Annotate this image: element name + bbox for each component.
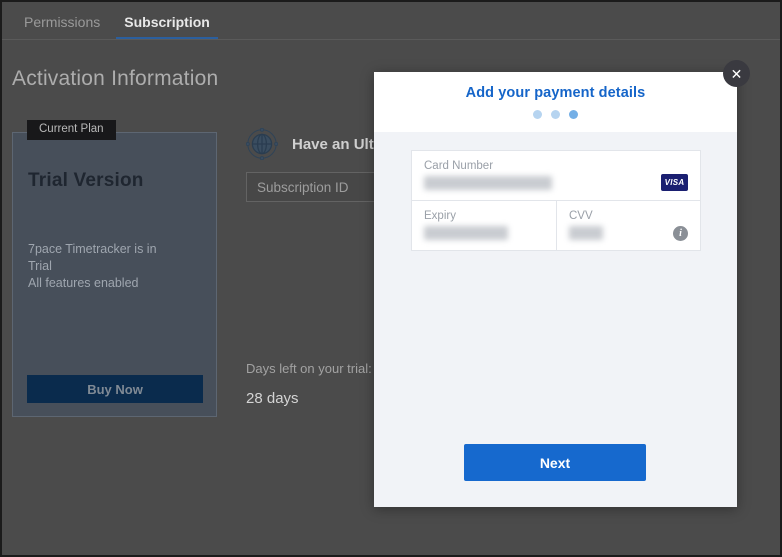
modal-header: Add your payment details [374,72,737,132]
close-icon[interactable]: ✕ [723,60,750,87]
card-number-field[interactable]: Card Number VISA [412,151,700,200]
visa-icon: VISA [661,174,688,191]
page-title: Activation Information [12,67,219,90]
tab-subscription-label: Subscription [124,14,210,30]
trial-days-label: Days left on your trial: [246,361,372,376]
app-window: Permissions Subscription Activation Info… [0,0,782,557]
card-form: Card Number VISA Expiry CVV i [411,150,701,251]
ultimate-subscription-row: Have an Ultim [246,128,391,160]
plan-description-line-3: All features enabled [28,276,139,290]
card-form-second-row: Expiry CVV i [412,200,700,250]
cvv-field[interactable]: CVV i [556,201,700,250]
tab-bar: Permissions Subscription [2,2,780,40]
card-number-label: Card Number [424,160,494,172]
cvv-label: CVV [569,210,593,222]
cvv-value-redacted [569,226,603,240]
trial-days-value: 28 days [246,390,299,407]
expiry-value-redacted [424,226,508,240]
buy-now-button[interactable]: Buy Now [27,375,203,403]
modal-title: Add your payment details [465,85,646,101]
info-icon[interactable]: i [673,226,688,241]
card-number-value-redacted [424,176,552,190]
expiry-label: Expiry [424,210,456,222]
next-button[interactable]: Next [464,444,646,481]
step-dot-3 [569,110,578,119]
step-dot-2 [551,110,560,119]
current-plan-badge: Current Plan [27,120,116,140]
expiry-field[interactable]: Expiry [412,201,556,250]
payment-details-modal: Add your payment details Card Number VIS… [374,72,737,507]
step-dot-1 [533,110,542,119]
globe-icon [246,128,278,160]
tab-permissions[interactable]: Permissions [12,14,112,39]
plan-description-line-2: Trial [28,259,52,273]
plan-description-line-1: 7pace Timetracker is in [28,242,157,256]
tab-permissions-label: Permissions [24,14,101,30]
plan-description: 7pace Timetracker is in Trial All featur… [28,241,193,292]
plan-name: Trial Version [28,170,144,191]
tab-subscription[interactable]: Subscription [112,14,222,39]
step-indicator [533,110,578,119]
